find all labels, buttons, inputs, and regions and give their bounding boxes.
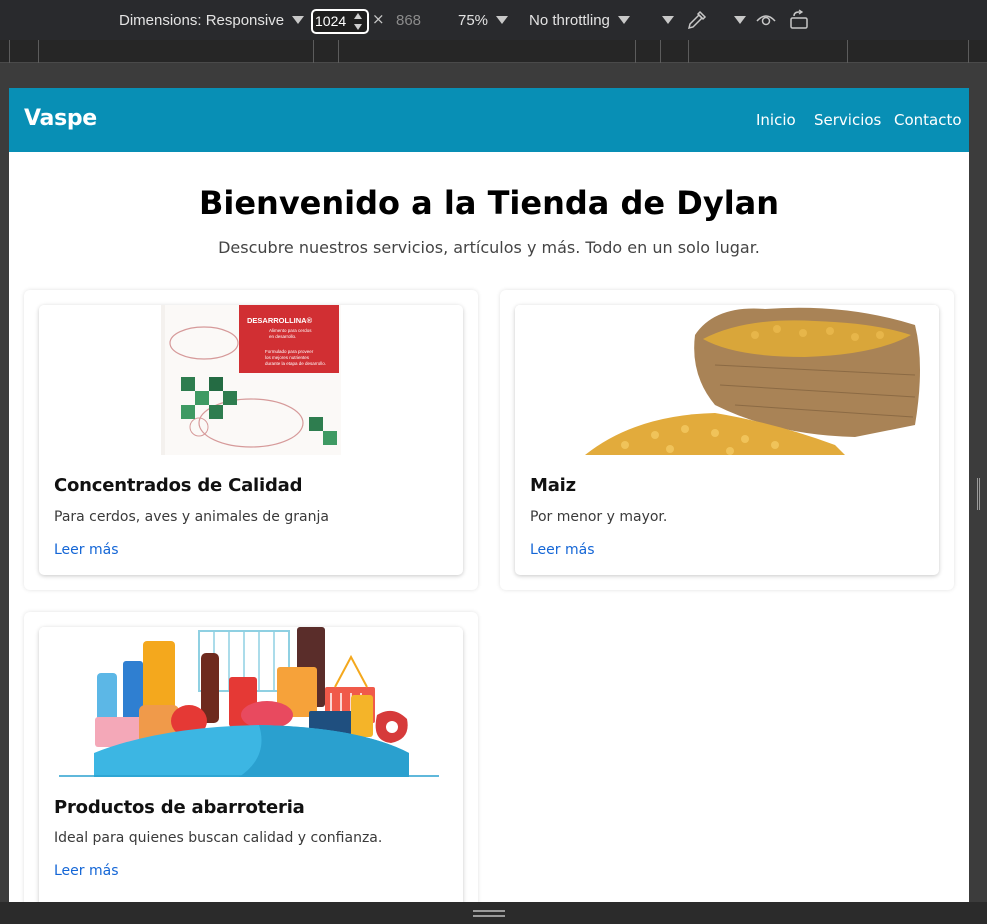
card-body: Maiz Por menor y mayor. Leer más (515, 305, 939, 575)
zoom-dropdown[interactable]: 75% (458, 0, 509, 40)
chevron-down-icon (292, 16, 305, 24)
throttling-dropdown[interactable]: No throttling (529, 0, 630, 40)
card-body: Productos de abarroteria Ideal para quie… (39, 627, 463, 902)
card-image-corn-sack (515, 305, 939, 455)
nav-link-inicio[interactable]: Inicio (756, 111, 796, 129)
card-image-feed-bag: DESARROLLINA® Alimento para cerdos en de… (39, 305, 463, 455)
throttling-label: No throttling (529, 11, 610, 29)
device-toolbar: Dimensions: Responsive 1024 × 868 75% No… (0, 0, 987, 40)
height-input[interactable]: 868 (396, 0, 421, 40)
read-more-link[interactable]: Leer más (530, 542, 595, 558)
resize-grip-icon[interactable] (977, 478, 980, 510)
width-input[interactable]: 1024 (311, 9, 369, 34)
card-title: Concentrados de Calidad (54, 475, 303, 496)
bottom-resize-bar[interactable] (0, 902, 987, 924)
media-query-ruler[interactable] (0, 40, 987, 63)
chevron-down-icon (617, 16, 630, 24)
hero-title: Bienvenido a la Tienda de Dylan (198, 184, 780, 222)
read-more-link[interactable]: Leer más (54, 542, 119, 558)
eyedropper-icon (687, 10, 707, 30)
svg-text:en desarrollo.: en desarrollo. (269, 334, 296, 339)
chevron-down-icon (734, 16, 746, 24)
card-maiz: Maiz Por menor y mayor. Leer más (500, 290, 954, 590)
chevron-down-icon (496, 16, 509, 24)
hero-subtitle: Descubre nuestros servicios, artículos y… (218, 238, 760, 257)
eye-icon (756, 15, 776, 26)
svg-text:DESARROLLINA®: DESARROLLINA® (247, 316, 313, 325)
nav-link-servicios[interactable]: Servicios (814, 111, 881, 129)
more-options-dropdown[interactable] (654, 0, 674, 40)
dimensions-label: Dimensions: Responsive (119, 11, 285, 29)
card-title: Maiz (530, 475, 576, 496)
dimensions-dropdown[interactable]: Dimensions: Responsive (119, 0, 305, 40)
width-value: 1024 (315, 13, 347, 29)
card-text: Por menor y mayor. (530, 509, 668, 525)
resize-grip-icon[interactable] (473, 910, 505, 912)
card-text: Para cerdos, aves y animales de granja (54, 509, 329, 525)
svg-text:los mejores nutrientes: los mejores nutrientes (265, 355, 310, 360)
svg-text:durante la etapa de desarrollo: durante la etapa de desarrollo. (265, 361, 326, 366)
svg-text:Formulado para proveer: Formulado para proveer (265, 349, 314, 354)
navbar: Vaspe Inicio Servicios Contacto (9, 88, 969, 152)
rotate-button[interactable] (788, 0, 810, 40)
nav-link-contacto[interactable]: Contacto (894, 111, 962, 129)
card-title: Productos de abarroteria (54, 797, 305, 818)
rotate-icon (790, 9, 808, 29)
times-icon: × (372, 10, 385, 28)
card-text: Ideal para quienes buscan calidad y conf… (54, 830, 383, 846)
svg-text:Alimento para cerdos: Alimento para cerdos (269, 328, 312, 333)
card-abarroteria: Productos de abarroteria Ideal para quie… (24, 612, 478, 902)
chevron-down-icon (662, 16, 674, 24)
vision-button[interactable] (755, 0, 777, 40)
resize-grip-icon[interactable] (473, 915, 505, 917)
read-more-link[interactable]: Leer más (54, 863, 119, 879)
spinner-icon[interactable] (354, 13, 362, 30)
card-concentrados: DESARROLLINA® Alimento para cerdos en de… (24, 290, 478, 590)
zoom-label: 75% (458, 11, 489, 29)
device-viewport: Vaspe Inicio Servicios Contacto Bienveni… (9, 88, 969, 902)
card-image-groceries (39, 627, 463, 777)
height-value: 868 (396, 11, 422, 29)
brand-logo[interactable]: Vaspe (24, 106, 97, 131)
eyedropper-button[interactable] (686, 0, 708, 40)
card-body: DESARROLLINA® Alimento para cerdos en de… (39, 305, 463, 575)
vision-dropdown[interactable] (726, 0, 746, 40)
